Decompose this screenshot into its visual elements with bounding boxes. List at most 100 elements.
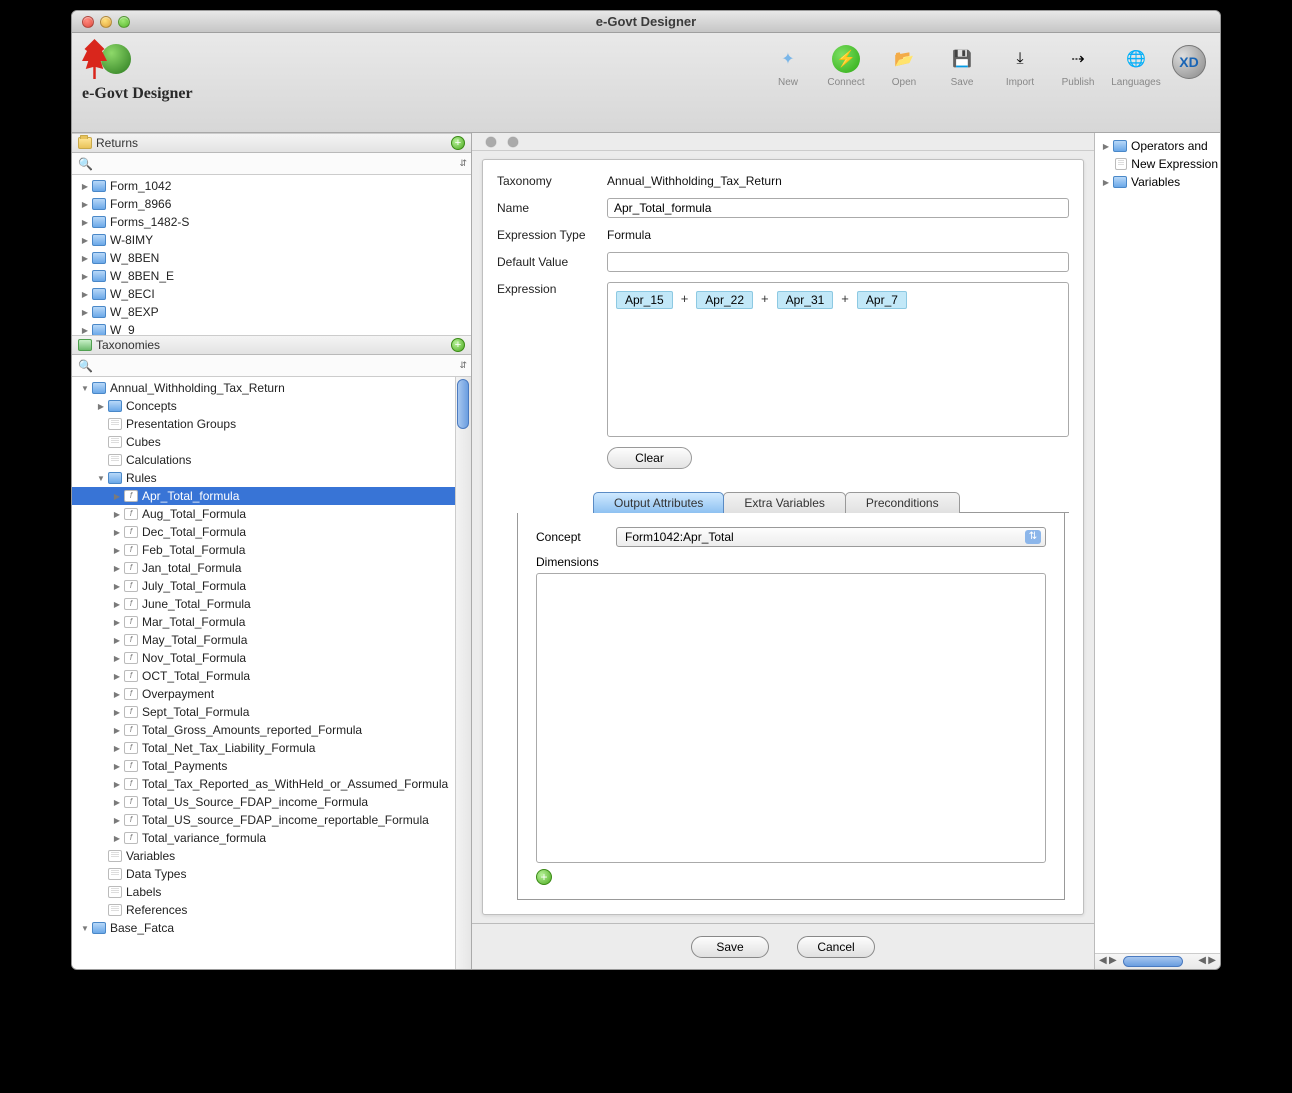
publish-button[interactable]: ⇢Publish	[1056, 45, 1100, 88]
save-formula-button[interactable]: Save	[691, 936, 769, 958]
new-button[interactable]: ✦New	[766, 45, 810, 88]
expand-icon[interactable]	[112, 815, 122, 826]
collapse-icon[interactable]: ⇵	[459, 158, 465, 169]
tab-output-attributes[interactable]: Output Attributes	[593, 492, 724, 513]
rule-item[interactable]: fTotal_Us_Source_FDAP_income_Formula	[72, 793, 471, 811]
new-expression-item[interactable]: New Expression	[1097, 155, 1218, 173]
expression-token[interactable]: Apr_7	[857, 291, 907, 309]
expand-icon[interactable]	[96, 473, 106, 484]
rule-item[interactable]: fTotal_US_source_FDAP_income_reportable_…	[72, 811, 471, 829]
expand-icon[interactable]	[112, 617, 122, 628]
rule-item[interactable]: fTotal_Tax_Reported_as_WithHeld_or_Assum…	[72, 775, 471, 793]
expand-icon[interactable]	[112, 635, 122, 646]
expand-icon[interactable]	[80, 217, 90, 228]
add-taxonomy-button[interactable]: +	[451, 338, 465, 352]
tree-item[interactable]: Cubes	[72, 433, 471, 451]
rule-item[interactable]: fOCT_Total_Formula	[72, 667, 471, 685]
returns-item[interactable]: W_8EXP	[72, 303, 471, 321]
expand-icon[interactable]	[80, 923, 90, 934]
taxonomies-panel-header[interactable]: Taxonomies +	[72, 335, 471, 355]
tab-dot[interactable]	[486, 137, 496, 147]
returns-panel-header[interactable]: Returns +	[72, 133, 471, 153]
rule-item[interactable]: fSept_Total_Formula	[72, 703, 471, 721]
minimize-window-button[interactable]	[100, 16, 112, 28]
rule-item[interactable]: fMay_Total_Formula	[72, 631, 471, 649]
expand-icon[interactable]	[80, 199, 90, 210]
expand-icon[interactable]	[112, 509, 122, 520]
horizontal-scrollbar[interactable]: ◀ ▶ ◀ ▶	[1095, 953, 1220, 969]
languages-button[interactable]: 🌐Languages	[1114, 45, 1158, 88]
returns-item[interactable]: W_8BEN	[72, 249, 471, 267]
expand-icon[interactable]	[112, 761, 122, 772]
expand-icon[interactable]	[80, 307, 90, 318]
expand-icon[interactable]	[112, 743, 122, 754]
add-dimension-button[interactable]: +	[536, 869, 552, 885]
zoom-window-button[interactable]	[118, 16, 130, 28]
add-return-button[interactable]: +	[451, 136, 465, 150]
rule-item[interactable]: fNov_Total_Formula	[72, 649, 471, 667]
returns-item[interactable]: Form_1042	[72, 177, 471, 195]
tab-dot[interactable]	[508, 137, 518, 147]
tab-preconditions[interactable]: Preconditions	[845, 492, 960, 513]
expand-icon[interactable]	[112, 563, 122, 574]
connect-button[interactable]: ⚡Connect	[824, 45, 868, 88]
tree-item[interactable]: Concepts	[72, 397, 471, 415]
expand-icon[interactable]	[80, 383, 90, 394]
expand-icon[interactable]	[112, 689, 122, 700]
close-window-button[interactable]	[82, 16, 94, 28]
tree-item[interactable]: Presentation Groups	[72, 415, 471, 433]
expression-token[interactable]: Apr_22	[696, 291, 753, 309]
returns-item[interactable]: Forms_1482-S	[72, 213, 471, 231]
tree-item[interactable]: Variables	[72, 847, 471, 865]
save-button[interactable]: 💾Save	[940, 45, 984, 88]
default-input[interactable]	[607, 252, 1069, 272]
returns-item[interactable]: W_8BEN_E	[72, 267, 471, 285]
rule-item[interactable]: fDec_Total_Formula	[72, 523, 471, 541]
rule-item[interactable]: fJan_total_Formula	[72, 559, 471, 577]
rule-item[interactable]: fOverpayment	[72, 685, 471, 703]
rules-folder[interactable]: Rules	[72, 469, 471, 487]
rule-item[interactable]: fMar_Total_Formula	[72, 613, 471, 631]
expression-editor[interactable]: Apr_15+Apr_22+Apr_31+Apr_7	[607, 282, 1069, 437]
expand-icon[interactable]	[80, 271, 90, 282]
rule-item[interactable]: fApr_Total_formula	[72, 487, 471, 505]
scrollbar[interactable]	[455, 377, 471, 969]
expand-icon[interactable]	[112, 833, 122, 844]
expand-icon[interactable]	[112, 671, 122, 682]
rule-item[interactable]: fTotal_variance_formula	[72, 829, 471, 847]
variables-node[interactable]: Variables	[1097, 173, 1218, 191]
collapse-icon[interactable]: ⇵	[459, 360, 465, 371]
taxonomy-sibling[interactable]: Base_Fatca	[72, 919, 471, 937]
name-input[interactable]	[607, 198, 1069, 218]
expand-icon[interactable]	[80, 235, 90, 246]
returns-item[interactable]: W_8ECI	[72, 285, 471, 303]
expand-icon[interactable]	[80, 181, 90, 192]
expand-icon[interactable]	[112, 707, 122, 718]
expand-icon[interactable]	[112, 779, 122, 790]
rule-item[interactable]: fTotal_Payments	[72, 757, 471, 775]
returns-item[interactable]: W-8IMY	[72, 231, 471, 249]
expand-icon[interactable]	[112, 527, 122, 538]
clear-button[interactable]: Clear	[607, 447, 692, 469]
tree-item[interactable]: References	[72, 901, 471, 919]
rule-item[interactable]: fJune_Total_Formula	[72, 595, 471, 613]
expand-icon[interactable]	[112, 581, 122, 592]
expand-icon[interactable]	[112, 797, 122, 808]
open-button[interactable]: 📂Open	[882, 45, 926, 88]
tree-item[interactable]: Data Types	[72, 865, 471, 883]
tree-item[interactable]: Calculations	[72, 451, 471, 469]
expand-icon[interactable]	[80, 253, 90, 264]
expand-icon[interactable]	[112, 491, 122, 502]
rule-item[interactable]: fAug_Total_Formula	[72, 505, 471, 523]
rule-item[interactable]: fJuly_Total_Formula	[72, 577, 471, 595]
returns-item[interactable]: Form_8966	[72, 195, 471, 213]
cancel-formula-button[interactable]: Cancel	[797, 936, 875, 958]
expand-icon[interactable]	[80, 289, 90, 300]
import-button[interactable]: ⤓Import	[998, 45, 1042, 88]
rule-item[interactable]: fTotal_Net_Tax_Liability_Formula	[72, 739, 471, 757]
operators-node[interactable]: Operators and	[1097, 137, 1218, 155]
expand-icon[interactable]	[1101, 141, 1111, 152]
expand-icon[interactable]	[112, 653, 122, 664]
dimensions-box[interactable]	[536, 573, 1046, 863]
returns-item[interactable]: W_9	[72, 321, 471, 335]
